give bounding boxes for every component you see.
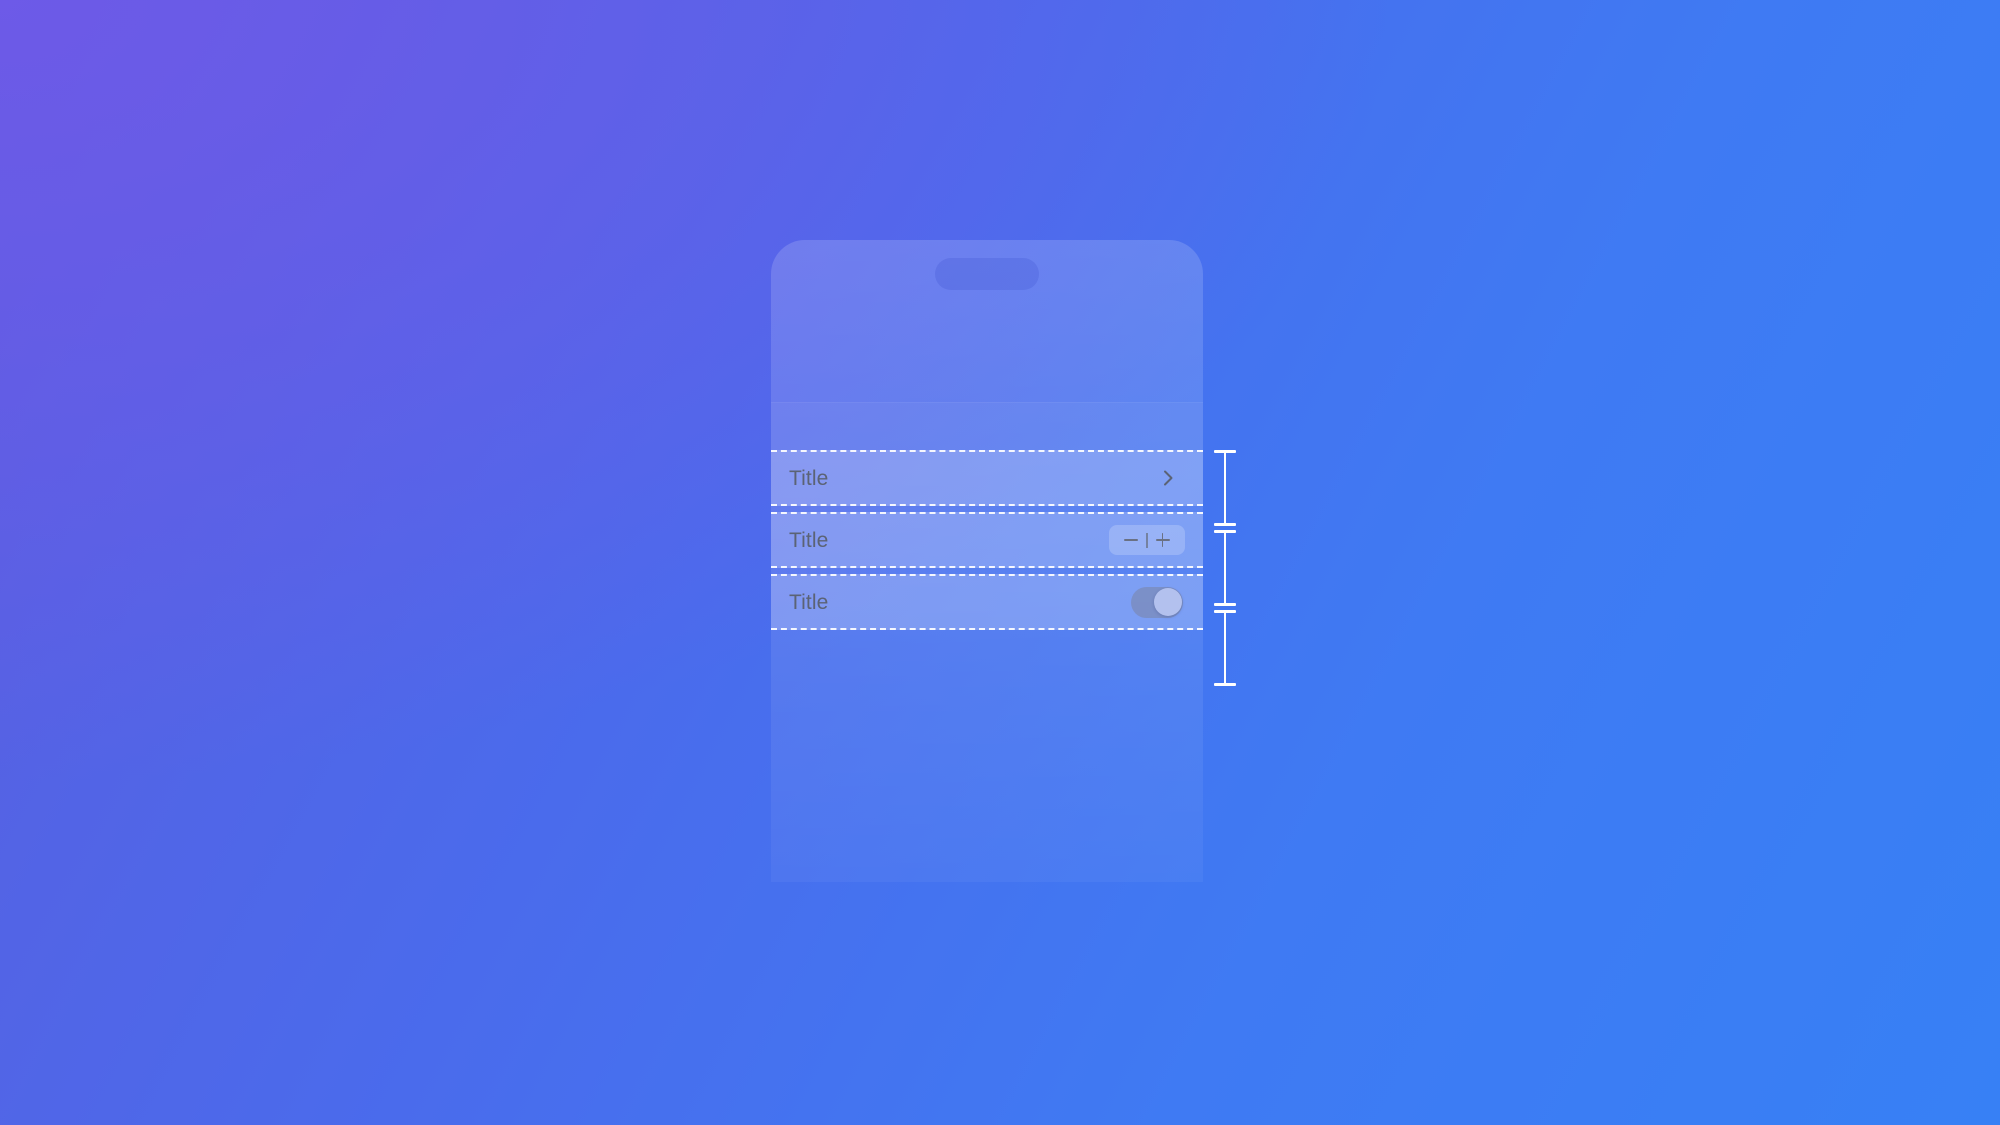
status-bar xyxy=(771,240,1203,312)
measure-stem xyxy=(1224,530,1226,606)
nav-bar xyxy=(771,312,1203,403)
toggle-knob xyxy=(1153,588,1182,616)
measure-marker-row-2 xyxy=(1214,530,1236,606)
stepper-increment-button[interactable] xyxy=(1148,525,1178,555)
stepper-decrement-button[interactable] xyxy=(1116,525,1146,555)
measure-marker-row-3 xyxy=(1214,610,1236,686)
measure-cap-bottom xyxy=(1214,603,1236,606)
content-band xyxy=(771,403,1203,450)
measure-cap-bottom xyxy=(1214,683,1236,686)
stepper-control[interactable] xyxy=(1109,525,1185,555)
row-title: Title xyxy=(789,528,829,552)
toggle-switch[interactable] xyxy=(1131,586,1183,618)
list-row-toggle[interactable]: Title xyxy=(771,574,1203,630)
dynamic-island xyxy=(935,258,1039,290)
row-title: Title xyxy=(789,466,829,490)
list-row-disclosure[interactable]: Title xyxy=(771,450,1203,506)
row-list: Title Title Title xyxy=(771,450,1203,630)
phone-frame: Title Title Title xyxy=(771,240,1203,882)
measure-stem xyxy=(1224,610,1226,686)
measure-marker-row-1 xyxy=(1214,450,1236,526)
list-row-stepper[interactable]: Title xyxy=(771,512,1203,568)
chevron-right-icon[interactable] xyxy=(1157,467,1179,489)
measure-stem xyxy=(1224,450,1226,526)
row-title: Title xyxy=(789,590,829,614)
design-canvas: Title Title Title xyxy=(0,0,2000,1125)
measure-cap-bottom xyxy=(1214,523,1236,526)
